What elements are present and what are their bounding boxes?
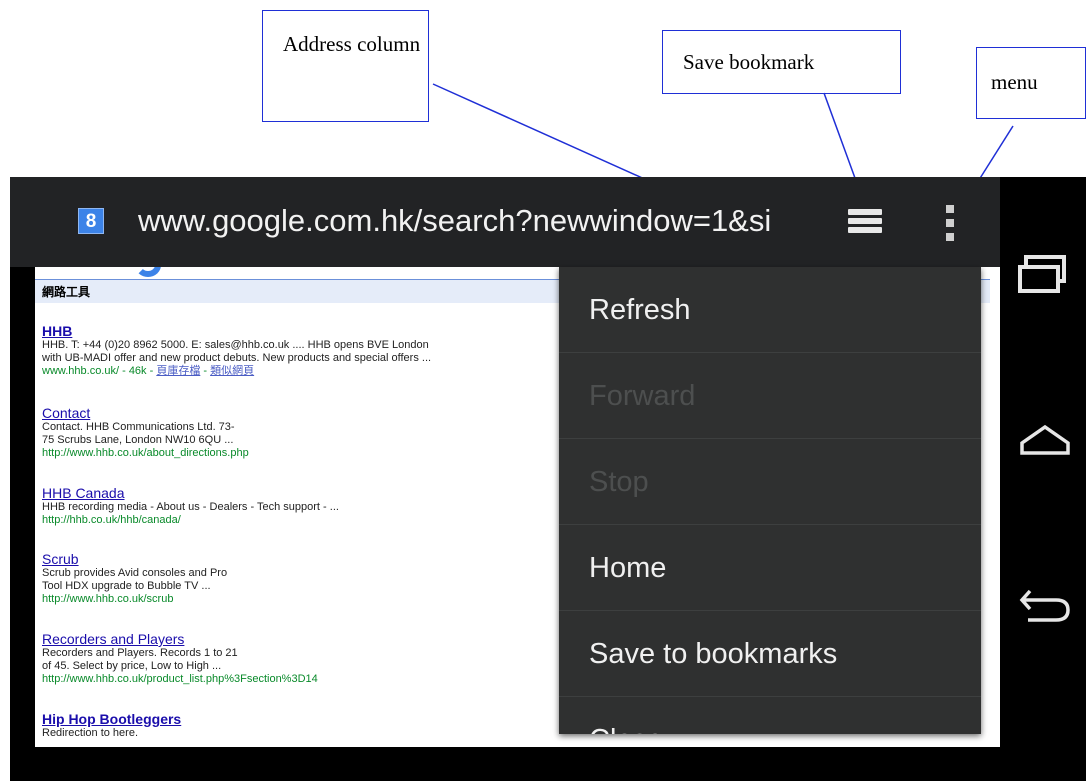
link-separator: - (200, 365, 211, 377)
result-snippet: Contact. HHB Communications Ltd. 73- (42, 421, 235, 433)
result-url: http://www.hhb.co.uk/about_directions.ph… (42, 447, 249, 459)
recent-apps-icon[interactable] (1016, 253, 1074, 297)
result-snippet: 75 Scrubs Lane, London NW10 6QU ... (42, 434, 234, 446)
menu-callout-text: menu (991, 70, 1038, 94)
result-snippet: HHB recording media - About us - Dealers… (42, 501, 339, 513)
overflow-menu: Refresh Forward Stop Home Save to bookma… (559, 267, 981, 734)
result-title-link[interactable]: Contact (42, 405, 249, 421)
navigation-bar (1000, 177, 1086, 781)
overflow-menu-icon[interactable] (940, 201, 960, 245)
result-url: http://www.hhb.co.uk/scrub (42, 593, 174, 605)
result-title-link[interactable]: Hip Hop Bootleggers (42, 711, 181, 727)
similar-pages-link[interactable]: 類似網頁 (210, 365, 254, 377)
menu-item-forward[interactable]: Forward (559, 353, 981, 439)
bookmarks-icon[interactable] (844, 203, 888, 243)
save-bookmark-callout-text: Save bookmark (683, 50, 815, 74)
result-snippet: with UB-MADI offer and new product debut… (42, 352, 432, 364)
result-snippet: Recorders and Players. Records 1 to 21 (42, 647, 238, 659)
google-favicon-icon: 8 (78, 208, 104, 234)
result-title-link[interactable]: Scrub (42, 551, 227, 567)
search-result: Scrub Scrub provides Avid consoles and P… (42, 551, 227, 606)
result-snippet: HHB. T: +44 (0)20 8962 5000. E: sales@hh… (42, 339, 429, 351)
result-title-link[interactable]: HHB Canada (42, 485, 339, 501)
result-title-link[interactable]: Recorders and Players (42, 631, 318, 647)
address-bar[interactable]: www.google.com.hk/search?newwindow=1&si (138, 199, 838, 243)
search-result: Recorders and Players Recorders and Play… (42, 631, 318, 686)
result-snippet: of 45. Select by price, Low to High ... (42, 660, 222, 672)
back-icon[interactable] (1016, 583, 1074, 627)
result-url: www.hhb.co.uk/ - 46k - 頁庫存檔 - 類似網頁 (42, 365, 431, 378)
result-url: http://hhb.co.uk/hhb/canada/ (42, 514, 181, 526)
google-logo-icon (135, 267, 161, 277)
menu-item-refresh[interactable]: Refresh (559, 267, 981, 353)
menu-item-stop[interactable]: Stop (559, 439, 981, 525)
menu-item-home[interactable]: Home (559, 525, 981, 611)
menu-item-close[interactable]: Close (559, 697, 981, 734)
result-url-text: www.hhb.co.uk/ - 46k - (42, 365, 157, 377)
save-bookmark-callout: Save bookmark (662, 30, 901, 94)
result-snippet: Tool HDX upgrade to Bubble TV ... (42, 580, 211, 592)
result-snippet: Redirection to here. (42, 727, 138, 739)
menu-callout: menu (976, 47, 1086, 119)
browser-screen: 8 www.google.com.hk/search?newwindow=1&s… (10, 177, 1086, 781)
cached-link[interactable]: 頁庫存檔 (156, 365, 200, 377)
result-url: http://www.hhb.co.uk/product_list.php%3F… (42, 673, 318, 685)
result-snippet: Scrub provides Avid consoles and Pro (42, 567, 228, 579)
search-result: Contact Contact. HHB Communications Ltd.… (42, 405, 249, 460)
menu-item-save-to-bookmarks[interactable]: Save to bookmarks (559, 611, 981, 697)
result-title-link[interactable]: HHB (42, 323, 431, 339)
browser-toolbar: 8 www.google.com.hk/search?newwindow=1&s… (10, 177, 1086, 267)
address-column-callout-text: Address column (283, 32, 421, 56)
search-result: HHB HHB. T: +44 (0)20 8962 5000. E: sale… (42, 323, 431, 378)
search-result: HHB Canada HHB recording media - About u… (42, 485, 339, 527)
home-icon[interactable] (1016, 421, 1074, 461)
search-result: Hip Hop Bootleggers Redirection to here. (42, 711, 181, 740)
address-column-callout: Address column (262, 10, 429, 122)
